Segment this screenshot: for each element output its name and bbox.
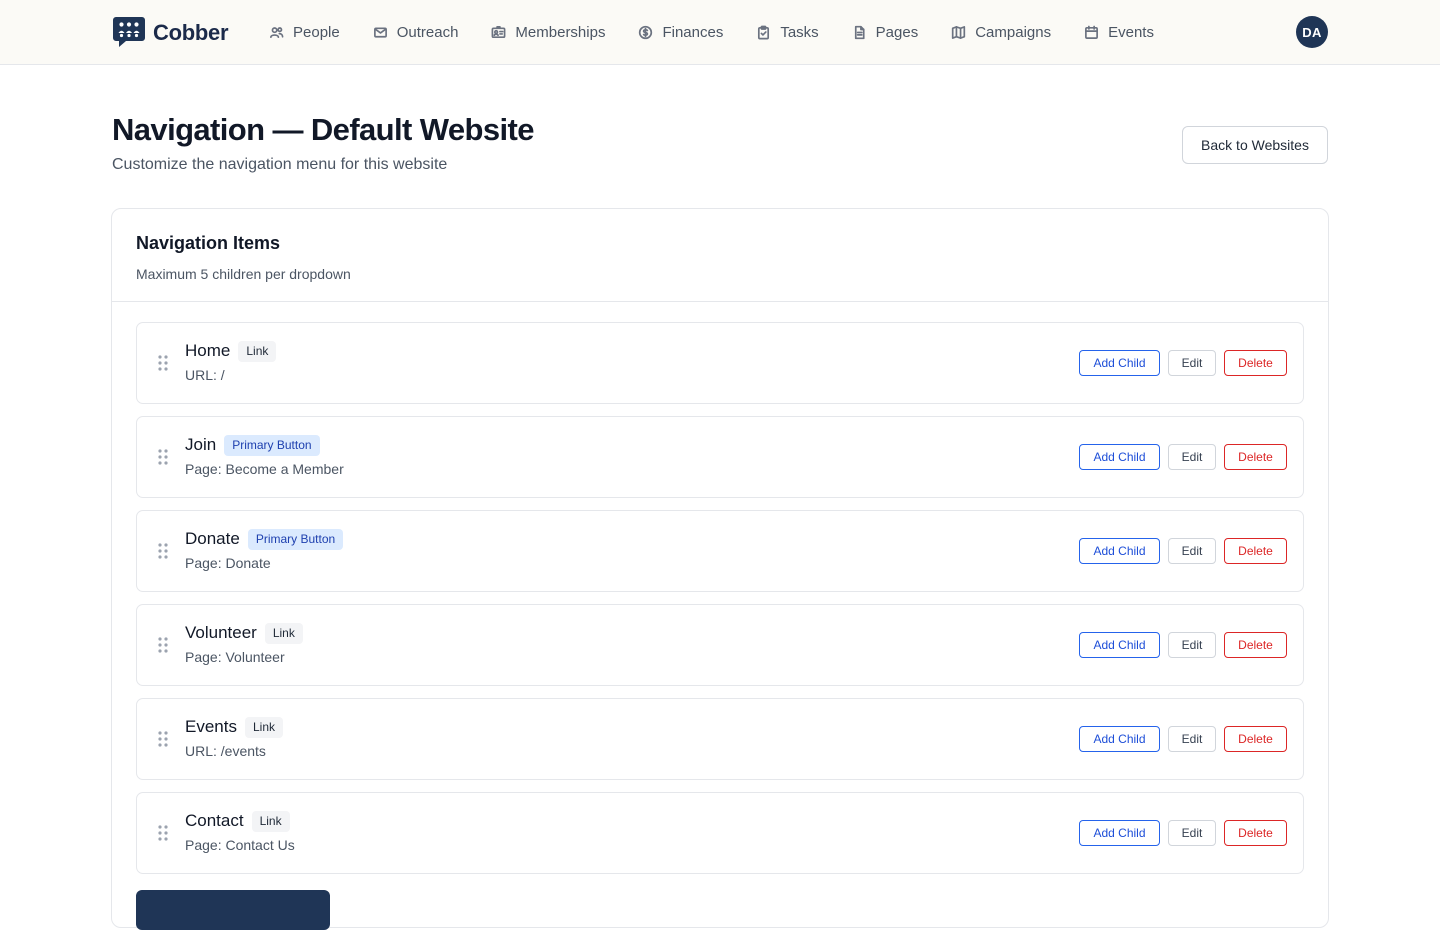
people-icon [270,26,284,38]
nav-item-target: Page: Contact Us [185,837,295,853]
nav-label: Outreach [396,23,459,41]
item-actions: Add Child Edit Delete [1071,538,1287,564]
top-navigation-bar: Cobber People Outreach Memberships Finan… [0,0,1440,65]
nav-item-target: Page: Donate [185,555,271,571]
delete-button[interactable]: Delete [1224,726,1287,752]
nav-item-row: Events Link URL: /events Add Child Edit … [136,698,1304,780]
mail-icon [373,26,387,38]
card-title: Navigation Items [136,233,281,253]
id-card-icon [491,25,506,38]
edit-button[interactable]: Edit [1168,538,1216,564]
nav-item-info: Donate Primary Button Page: Donate [185,527,344,571]
item-actions: Add Child Edit Delete [1071,632,1287,658]
page-title: Navigation — Default Website [112,112,534,147]
nav-label: Memberships [515,23,606,41]
drag-handle-icon[interactable] [157,824,169,842]
nav-label: Tasks [780,23,819,41]
nav-item-outreach[interactable]: Outreach [373,23,459,41]
drag-handle-icon[interactable] [157,636,169,654]
nav-item-label: Home [185,341,231,360]
nav-item-campaigns[interactable]: Campaigns [951,24,1051,41]
nav-item-target: Page: Become a Member [185,461,344,477]
page-subtitle: Customize the navigation menu for this w… [112,156,448,173]
nav-item-label: Join [185,435,217,454]
cobber-logo-icon [113,17,145,47]
delete-button[interactable]: Delete [1224,538,1287,564]
nav-label: People [293,23,340,41]
user-avatar[interactable]: DA [1296,16,1328,48]
nav-item-row: Contact Link Page: Contact Us Add Child … [136,792,1304,874]
navigation-items-card: Navigation Items Maximum 5 children per … [111,208,1329,930]
nav-item-row: Volunteer Link Page: Volunteer Add Child… [136,604,1304,686]
drag-handle-icon[interactable] [157,730,169,748]
nav-label: Events [1108,23,1154,41]
nav-item-target: Page: Volunteer [185,649,285,665]
map-icon [952,25,966,39]
nav-item-memberships[interactable]: Memberships [491,24,605,41]
nav-label: Campaigns [975,23,1052,41]
nav-item-label: Contact [185,811,244,830]
card-header: Navigation Items Maximum 5 children per … [112,209,1328,302]
item-actions: Add Child Edit Delete [1071,350,1287,376]
add-child-button[interactable]: Add Child [1079,350,1160,376]
nav-item-finances[interactable]: Finances [638,24,723,41]
nav-item-info: Events Link URL: /events [185,715,283,759]
back-to-websites-button[interactable]: Back to Websites [1182,126,1328,164]
item-type-badge: Primary Button [247,528,344,550]
clipboard-check-icon [758,25,770,39]
main-nav: People Outreach Memberships Finances Tas… [269,0,1187,64]
card-description: Maximum 5 children per dropdown [136,266,351,282]
add-child-button[interactable]: Add Child [1079,726,1160,752]
item-actions: Add Child Edit Delete [1071,726,1287,752]
item-type-badge: Link [264,622,303,644]
delete-button[interactable]: Delete [1224,444,1287,470]
add-child-button[interactable]: Add Child [1079,632,1160,658]
edit-button[interactable]: Edit [1168,444,1216,470]
delete-button[interactable]: Delete [1224,350,1287,376]
item-type-badge: Link [251,810,290,832]
drag-handle-icon[interactable] [157,542,169,560]
document-icon [854,25,865,39]
nav-label: Pages [875,23,919,41]
delete-button[interactable]: Delete [1224,632,1287,658]
edit-button[interactable]: Edit [1168,350,1216,376]
nav-item-events[interactable]: Events [1084,24,1154,41]
add-child-button[interactable]: Add Child [1079,820,1160,846]
item-actions: Add Child Edit Delete [1071,444,1287,470]
drag-handle-icon[interactable] [157,354,169,372]
dollar-circle-icon [639,25,653,39]
nav-item-tasks[interactable]: Tasks [756,23,819,41]
delete-button[interactable]: Delete [1224,820,1287,846]
nav-item-label: Events [185,717,237,736]
add-child-button[interactable]: Add Child [1079,538,1160,564]
nav-label: Finances [662,23,724,41]
edit-button[interactable]: Edit [1168,820,1216,846]
item-type-badge: Link [244,716,283,738]
item-type-badge: Link [238,340,277,362]
drag-handle-icon[interactable] [157,448,169,466]
edit-button[interactable]: Edit [1168,632,1216,658]
nav-item-row: Join Primary Button Page: Become a Membe… [136,416,1304,498]
nav-item-label: Donate [185,529,240,548]
item-type-badge: Primary Button [224,434,320,456]
add-navigation-item-button[interactable] [136,890,330,930]
nav-item-info: Home Link URL: / [185,339,277,383]
calendar-icon [1085,25,1099,39]
nav-item-label: Volunteer [185,623,257,642]
nav-item-info: Join Primary Button Page: Become a Membe… [185,433,344,477]
nav-item-row: Home Link URL: / Add Child Edit Delete [136,322,1304,404]
nav-item-target: URL: /events [185,743,266,759]
item-actions: Add Child Edit Delete [1071,820,1287,846]
nav-item-info: Volunteer Link Page: Volunteer [185,621,303,665]
nav-item-pages[interactable]: Pages [852,23,919,41]
brand-name: Cobber [153,19,229,45]
add-child-button[interactable]: Add Child [1079,444,1160,470]
nav-item-info: Contact Link Page: Contact Us [185,809,295,853]
nav-item-people[interactable]: People [269,24,340,41]
nav-item-target: URL: / [185,367,225,383]
edit-button[interactable]: Edit [1168,726,1216,752]
nav-item-row: Donate Primary Button Page: Donate Add C… [136,510,1304,592]
brand[interactable]: Cobber [112,16,229,49]
